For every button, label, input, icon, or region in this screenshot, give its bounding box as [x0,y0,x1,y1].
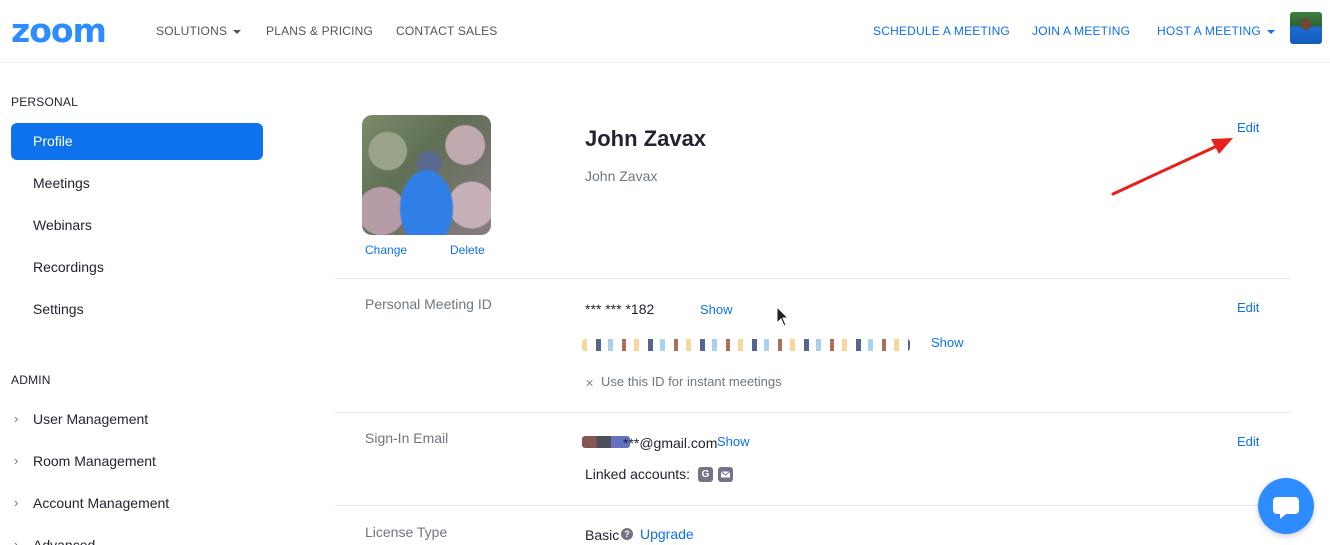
nav-host-meeting-label: HOST A MEETING [1157,24,1261,38]
nav-plans-pricing[interactable]: PLANS & PRICING [266,23,373,39]
license-type-value: Basic [585,527,620,543]
sidebar-item-advanced[interactable]: Advanced [11,527,263,545]
nav-host-meeting[interactable]: HOST A MEETING [1157,23,1275,39]
edit-profile-link[interactable]: Edit [1237,120,1259,135]
mouse-cursor-icon [776,306,790,327]
nav-contact-sales[interactable]: CONTACT SALES [396,23,498,39]
sign-in-email-label: Sign-In Email [365,430,449,446]
license-type-label: License Type [365,524,448,540]
top-navbar: zoom SOLUTIONS PLANS & PRICING CONTACT S… [0,0,1330,63]
sidebar: PERSONAL Profile Meetings Webinars Recor… [0,64,275,545]
sidebar-item-user-management[interactable]: User Management [11,401,263,438]
show-url-link[interactable]: Show [931,335,964,350]
sidebar-personal-header: PERSONAL [11,95,78,109]
pmi-masked-id: *** *** *182 [585,301,655,317]
sidebar-item-settings[interactable]: Settings [11,291,263,328]
sidebar-item-meetings[interactable]: Meetings [11,165,263,202]
profile-picture [362,115,491,235]
chat-bubble-icon [1273,497,1299,519]
linked-accounts-label: Linked accounts: [585,466,691,482]
nav-solutions[interactable]: SOLUTIONS [156,23,242,39]
chat-support-button[interactable] [1258,478,1314,534]
edit-pmi-link[interactable]: Edit [1237,300,1259,315]
show-pmi-link[interactable]: Show [700,302,733,317]
nav-solutions-label: SOLUTIONS [156,24,228,38]
sidebar-item-room-management[interactable]: Room Management [11,443,263,480]
nav-schedule-meeting[interactable]: SCHEDULE A MEETING [873,23,1010,39]
divider [335,412,1290,413]
help-icon[interactable]: ? [621,528,633,540]
email-icon [718,467,733,482]
close-icon: ✕ [585,378,595,390]
zoom-logo[interactable]: zoom [11,13,107,49]
sidebar-item-account-management[interactable]: Account Management [11,485,263,522]
profile-sub-name: John Zavax [585,168,658,184]
upgrade-link[interactable]: Upgrade [640,526,694,542]
user-avatar[interactable] [1290,12,1322,44]
annotation-arrow-icon [1111,138,1233,196]
blurred-meeting-url [582,339,910,351]
instant-meeting-text: Use this ID for instant meetings [601,374,782,389]
show-email-link[interactable]: Show [717,434,750,449]
chevron-down-icon [233,29,242,34]
change-picture-link[interactable]: Change [365,243,407,257]
sidebar-item-recordings[interactable]: Recordings [11,249,263,286]
sidebar-admin-header: ADMIN [11,373,51,387]
edit-email-link[interactable]: Edit [1237,434,1259,449]
pmi-label: Personal Meeting ID [365,296,492,312]
profile-display-name: John Zavax [585,126,707,151]
divider [335,278,1290,279]
sidebar-item-webinars[interactable]: Webinars [11,207,263,244]
sidebar-item-profile[interactable]: Profile [11,123,263,160]
delete-picture-link[interactable]: Delete [450,243,485,257]
chevron-down-icon [1266,29,1275,34]
google-icon: G [698,467,713,482]
nav-join-meeting[interactable]: JOIN A MEETING [1032,23,1130,39]
sign-in-email-value: ***@gmail.com [623,435,718,451]
divider [335,505,1290,506]
